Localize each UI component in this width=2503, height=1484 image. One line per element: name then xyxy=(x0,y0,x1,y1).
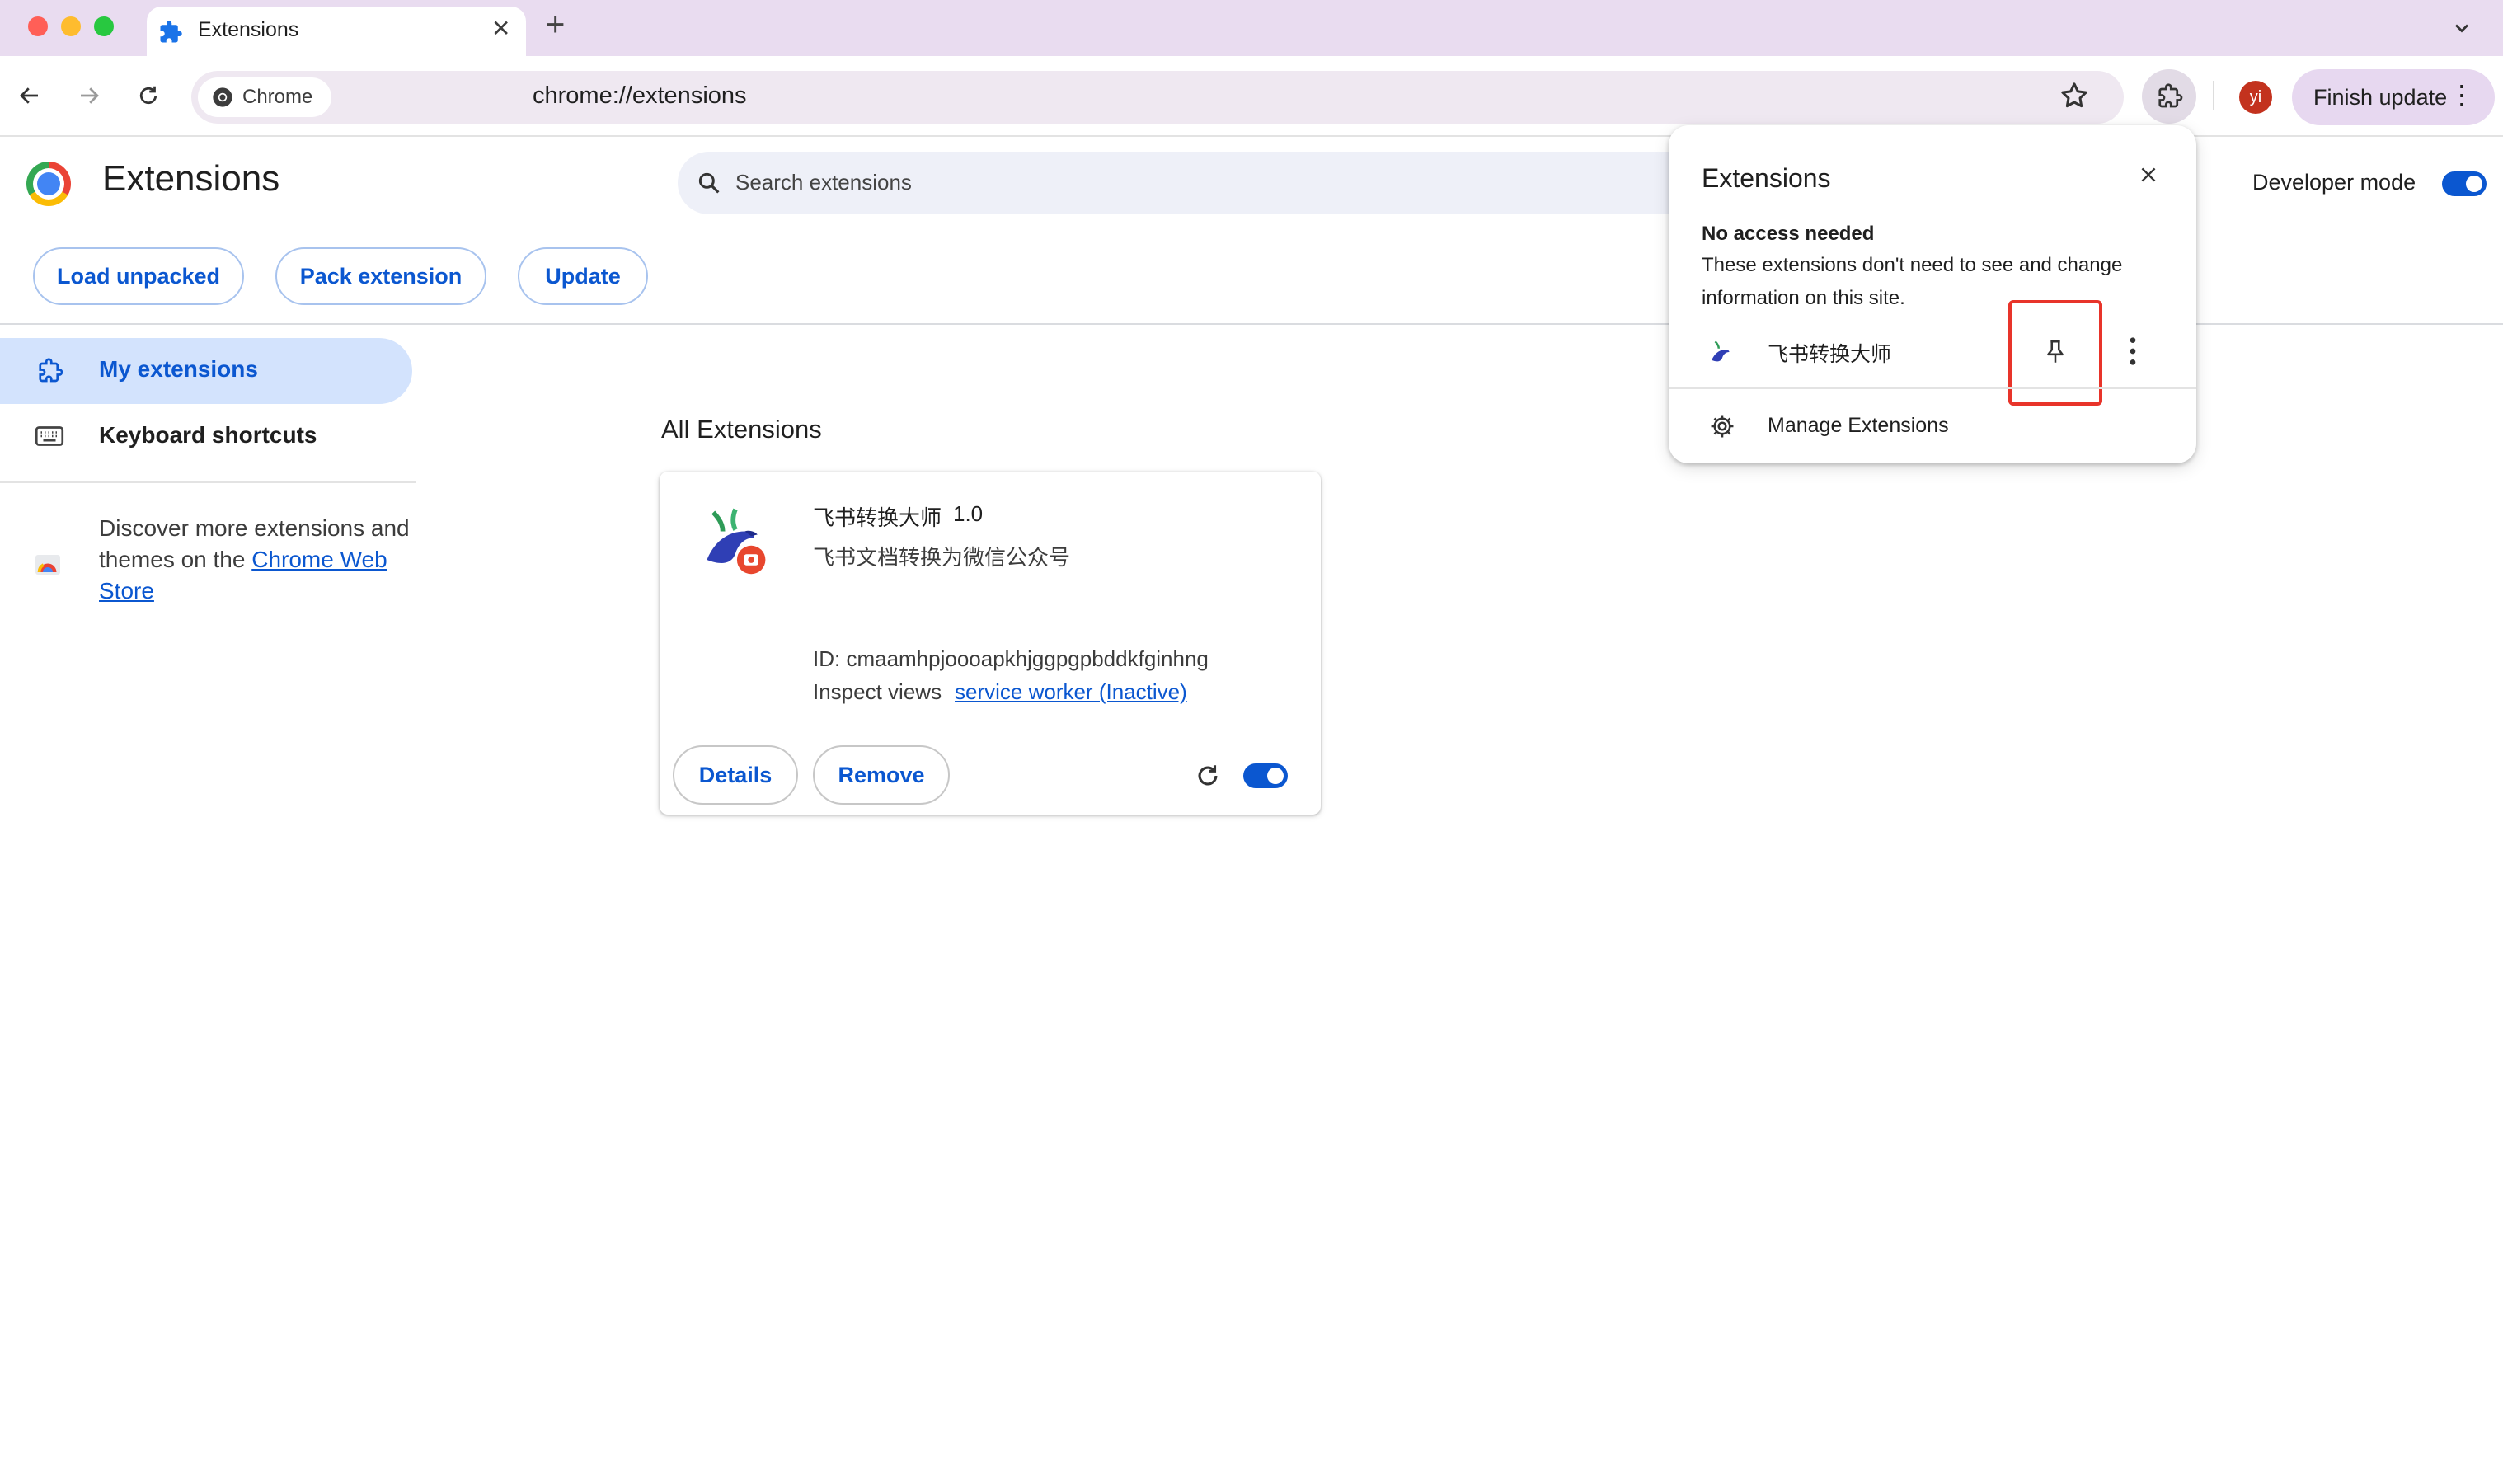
discover-text: Discover more extensions and themes on t… xyxy=(99,513,412,607)
tab-extensions[interactable]: Extensions ✕ xyxy=(147,7,526,56)
tab-search-chevron-icon[interactable] xyxy=(2450,16,2473,40)
sidebar-item-label: My extensions xyxy=(99,356,258,382)
sidebar-item-keyboard-shortcuts[interactable]: Keyboard shortcuts xyxy=(0,404,412,470)
tab-strip: Extensions ✕ + xyxy=(0,0,2503,56)
page-title: Extensions xyxy=(102,158,280,199)
chrome-web-store-icon xyxy=(35,555,60,575)
manage-extensions-label: Manage Extensions xyxy=(1768,414,1949,437)
extension-id: ID: cmaamhpjoooapkhjggpgpbddkfginhng xyxy=(813,646,1209,671)
close-icon xyxy=(2141,167,2156,182)
extension-logo-icon xyxy=(1712,340,1730,362)
search-input[interactable]: Search extensions xyxy=(735,170,912,195)
inspect-views-label: Inspect views xyxy=(813,679,942,704)
reload-button[interactable] xyxy=(125,73,171,119)
sidebar-item-my-extensions[interactable]: My extensions xyxy=(0,338,412,404)
close-window-button[interactable] xyxy=(28,16,48,36)
url-text[interactable]: chrome://extensions xyxy=(533,82,747,110)
tab-title: Extensions xyxy=(198,18,299,41)
more-options-icon[interactable] xyxy=(2127,335,2139,368)
site-info-chip[interactable]: Chrome xyxy=(198,77,331,117)
extension-card: 飞书转换大师 1.0 飞书文档转换为微信公众号 ID: cmaamhpjoooa… xyxy=(660,472,1321,815)
minimize-window-button[interactable] xyxy=(61,16,81,36)
bookmark-star-icon[interactable] xyxy=(2058,79,2091,112)
keyboard-icon xyxy=(35,426,64,446)
new-tab-button[interactable]: + xyxy=(546,7,565,44)
developer-mode-toggle[interactable] xyxy=(2442,171,2487,196)
forward-arrow-icon xyxy=(81,87,99,104)
section-title: All Extensions xyxy=(661,415,822,444)
details-button[interactable]: Details xyxy=(673,745,798,805)
site-chip-label: Chrome xyxy=(242,86,313,108)
search-icon xyxy=(698,172,720,194)
popup-extension-name: 飞书转换大师 xyxy=(1768,343,1892,366)
load-unpacked-button[interactable]: Load unpacked xyxy=(33,247,244,305)
forward-button[interactable] xyxy=(66,73,112,119)
chrome-icon xyxy=(213,87,232,107)
extension-logo-icon xyxy=(707,508,766,575)
extensions-popup: Extensions No access needed These extens… xyxy=(1669,125,2196,463)
puzzle-icon xyxy=(160,21,182,43)
pack-extension-button[interactable]: Pack extension xyxy=(275,247,486,305)
extension-enable-toggle[interactable] xyxy=(1243,763,1288,788)
extensions-menu-button[interactable] xyxy=(2142,69,2196,124)
no-access-heading: No access needed xyxy=(1702,223,1875,245)
chrome-logo xyxy=(26,162,71,206)
extension-description: 飞书文档转换为微信公众号 xyxy=(813,545,1071,570)
sidebar-item-label: Keyboard shortcuts xyxy=(99,422,317,448)
profile-avatar[interactable]: yi xyxy=(2239,81,2272,114)
manage-extensions-item[interactable]: Manage Extensions xyxy=(1669,392,2196,458)
pin-icon[interactable] xyxy=(2041,338,2069,366)
extension-name: 飞书转换大师 xyxy=(813,505,942,530)
search-extensions-box[interactable]: Search extensions xyxy=(678,152,1733,214)
back-button[interactable] xyxy=(7,73,53,119)
popup-divider xyxy=(1669,387,2196,389)
developer-mode-label: Developer mode xyxy=(2252,170,2416,195)
remove-button[interactable]: Remove xyxy=(813,745,950,805)
finish-update-button[interactable]: Finish update ⋮ xyxy=(2292,69,2495,125)
extension-version: 1.0 xyxy=(953,501,984,526)
finish-update-label: Finish update xyxy=(2313,84,2448,110)
back-arrow-icon xyxy=(20,87,38,104)
gear-icon xyxy=(1711,415,1734,438)
omnibox[interactable]: Chrome chrome://extensions xyxy=(191,71,2124,124)
no-access-description: These extensions don't need to see and c… xyxy=(1702,254,2123,309)
maximize-window-button[interactable] xyxy=(94,16,114,36)
toolbar-divider xyxy=(2213,81,2214,110)
more-menu-icon: ⋮ xyxy=(2449,80,2475,110)
sidebar-divider xyxy=(0,481,416,483)
reload-extension-icon[interactable] xyxy=(1194,762,1222,790)
popup-close-button[interactable] xyxy=(2132,158,2165,191)
tab-close-icon[interactable]: ✕ xyxy=(491,15,510,42)
extension-icon xyxy=(39,358,63,383)
update-button[interactable]: Update xyxy=(518,247,648,305)
service-worker-link[interactable]: service worker (Inactive) xyxy=(955,679,1187,705)
popup-title: Extensions xyxy=(1702,163,1831,193)
puzzle-icon xyxy=(2158,83,2183,108)
reload-icon xyxy=(139,86,157,105)
